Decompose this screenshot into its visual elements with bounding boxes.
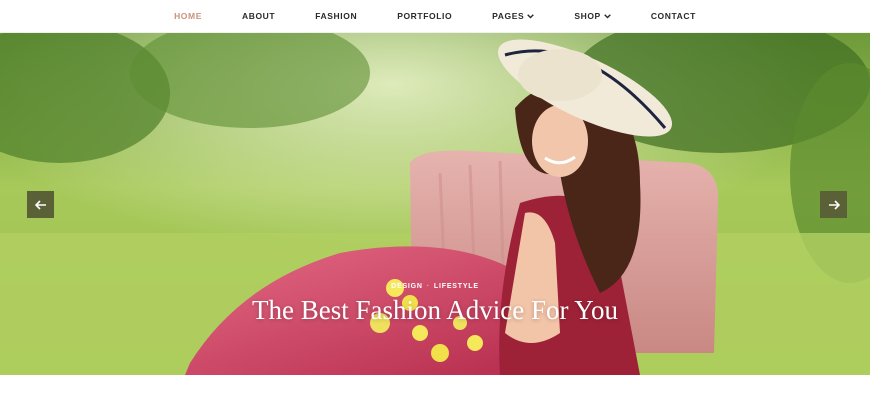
- nav-item-about[interactable]: ABOUT: [242, 11, 275, 21]
- nav-item-label: FASHION: [315, 11, 358, 21]
- nav-item-contact[interactable]: CONTACT: [651, 11, 696, 21]
- category-link[interactable]: LIFESTYLE: [434, 283, 479, 290]
- post-categories: DESIGN · LIFESTYLE: [0, 283, 870, 290]
- arrow-right-icon: [828, 199, 840, 210]
- slide-title[interactable]: The Best Fashion Advice For You: [0, 295, 870, 326]
- arrow-left-icon: [34, 199, 46, 210]
- nav-item-portfolio[interactable]: PORTFOLIO: [397, 11, 452, 21]
- nav-item-label: ABOUT: [241, 11, 276, 21]
- slider-next-button[interactable]: [820, 191, 847, 218]
- nav-item-label: SHOP: [574, 11, 601, 21]
- chevron-down-icon: [604, 13, 611, 19]
- category-separator: ·: [426, 283, 430, 290]
- category-link[interactable]: DESIGN: [391, 283, 423, 290]
- slider-prev-button[interactable]: [27, 191, 54, 218]
- nav-item-pages[interactable]: PAGES: [492, 11, 535, 21]
- main-navigation: HOME ABOUT FASHION PORTFOLIO PAGES SHOP …: [0, 0, 870, 33]
- nav-item-shop[interactable]: SHOP: [574, 11, 611, 21]
- hero-slider: DESIGN · LIFESTYLE The Best Fashion Advice…: [0, 33, 870, 375]
- nav-item-label: PORTFOLIO: [397, 11, 453, 21]
- nav-item-fashion[interactable]: FASHION: [315, 11, 357, 21]
- nav-item-label: CONTACT: [650, 11, 696, 21]
- chevron-down-icon: [527, 13, 535, 19]
- nav-item-label: HOME: [174, 11, 202, 21]
- nav-item-home[interactable]: HOME: [174, 11, 202, 21]
- nav-item-label: PAGES: [492, 11, 525, 21]
- nav-menu: HOME ABOUT FASHION PORTFOLIO PAGES SHOP …: [154, 11, 716, 21]
